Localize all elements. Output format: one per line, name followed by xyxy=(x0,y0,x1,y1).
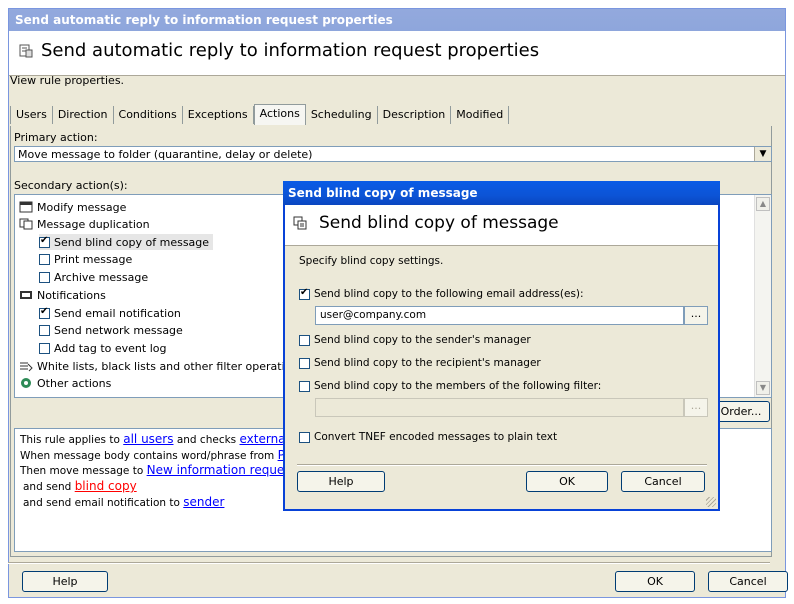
primary-action-label: Primary action: xyxy=(14,131,98,144)
dialog-description: Specify blind copy settings. xyxy=(299,255,444,267)
order-button[interactable]: Order... xyxy=(712,401,770,422)
tree-item-send-network-message[interactable]: Send network message xyxy=(39,322,183,338)
link-all-users[interactable]: all users xyxy=(123,432,173,446)
checkbox-filter-members[interactable] xyxy=(299,380,310,392)
rule-line-1: This rule applies to all users and check… xyxy=(20,432,300,446)
tree-scrollbar[interactable]: ▲ ▼ xyxy=(754,195,771,397)
rule-line-2: When message body contains word/phrase f… xyxy=(20,448,304,462)
filter-input[interactable] xyxy=(315,398,684,417)
browse-filter-button[interactable]: ... xyxy=(684,398,708,417)
window-header: Send automatic reply to information requ… xyxy=(9,31,785,76)
primary-action-select[interactable]: Move message to folder (quarantine, dela… xyxy=(14,146,772,162)
tree-item-add-tag-event-log[interactable]: Add tag to event log xyxy=(39,340,166,356)
blind-copy-icon xyxy=(293,216,307,230)
chevron-down-icon[interactable]: ▼ xyxy=(754,147,771,161)
tree-item-message-duplication[interactable]: Message duplication xyxy=(19,216,150,232)
tab-conditions[interactable]: Conditions xyxy=(114,106,183,124)
tab-actions[interactable]: Actions xyxy=(253,104,306,125)
duplicate-icon xyxy=(19,218,33,230)
dialog-header: Send blind copy of message xyxy=(285,205,718,246)
blind-copy-dialog: Send blind copy of message Send blind co… xyxy=(283,181,720,511)
tab-modified[interactable]: Modified xyxy=(451,106,510,124)
tree-item-white-lists[interactable]: White lists, black lists and other filte… xyxy=(19,358,304,374)
tree-item-modify-message[interactable]: Modify message xyxy=(19,199,126,215)
page-description: View rule properties. xyxy=(10,74,125,87)
dialog-cancel-button[interactable]: Cancel xyxy=(621,471,705,492)
scroll-down-icon[interactable]: ▼ xyxy=(756,381,770,395)
cancel-button[interactable]: Cancel xyxy=(708,571,788,592)
dialog-footer-separator xyxy=(297,464,707,466)
rule-properties-icon xyxy=(19,44,33,58)
filter-lists-icon xyxy=(20,362,33,372)
window-titlebar: Send automatic reply to information requ… xyxy=(9,9,785,31)
link-destination-folder[interactable]: New information requests xyxy=(147,463,302,477)
tab-scheduling[interactable]: Scheduling xyxy=(306,106,378,124)
dialog-ok-button[interactable]: OK xyxy=(526,471,608,492)
checkbox-network-message[interactable] xyxy=(39,324,50,336)
tab-description[interactable]: Description xyxy=(378,106,452,124)
tab-users[interactable]: Users xyxy=(10,106,53,124)
checkbox-print-message[interactable] xyxy=(39,253,50,265)
other-actions-gear-icon xyxy=(21,378,31,388)
rule-line-5: and send email notification to sender xyxy=(23,495,225,509)
browse-email-button[interactable]: ... xyxy=(684,306,708,325)
dialog-titlebar: Send blind copy of message xyxy=(283,181,720,205)
dialog-help-button[interactable]: Help xyxy=(297,471,385,492)
primary-action-value: Move message to folder (quarantine, dela… xyxy=(18,148,313,161)
option-convert-tnef[interactable]: Convert TNEF encoded messages to plain t… xyxy=(299,431,557,443)
tree-item-archive-message[interactable]: Archive message xyxy=(39,269,148,285)
checkbox-email-notification[interactable] xyxy=(39,306,50,319)
scroll-up-icon[interactable]: ▲ xyxy=(756,197,770,211)
checkbox-blind-copy[interactable] xyxy=(39,235,50,248)
ok-button[interactable]: OK xyxy=(615,571,695,592)
footer-separator xyxy=(8,562,770,564)
tab-strip: Users Direction Conditions Exceptions Ac… xyxy=(10,104,510,126)
secondary-actions-label: Secondary action(s): xyxy=(14,179,128,192)
checkbox-email-addresses[interactable] xyxy=(299,287,310,300)
tree-item-send-email-notification[interactable]: Send email notification xyxy=(39,305,181,321)
dialog-title: Send blind copy of message xyxy=(319,213,559,233)
checkbox-convert-tnef[interactable] xyxy=(299,431,310,443)
option-filter-members[interactable]: Send blind copy to the members of the fo… xyxy=(299,380,601,392)
tab-exceptions[interactable]: Exceptions xyxy=(183,106,254,124)
modify-message-icon xyxy=(19,201,33,213)
option-recipient-manager[interactable]: Send blind copy to the recipient's manag… xyxy=(299,357,541,369)
tab-direction[interactable]: Direction xyxy=(53,106,114,124)
checkbox-event-log[interactable] xyxy=(39,342,50,354)
tree-item-other-actions[interactable]: Other actions xyxy=(19,375,111,391)
option-sender-manager[interactable]: Send blind copy to the sender's manager xyxy=(299,334,531,346)
link-blind-copy[interactable]: blind copy xyxy=(75,479,137,493)
checkbox-recipient-manager[interactable] xyxy=(299,357,310,369)
email-address-input[interactable]: user@company.com xyxy=(315,306,684,325)
notifications-icon xyxy=(20,291,32,299)
help-button[interactable]: Help xyxy=(22,571,108,592)
checkbox-sender-manager[interactable] xyxy=(299,334,310,346)
rule-line-4: and send blind copy xyxy=(23,479,137,493)
resize-grip-icon[interactable] xyxy=(706,497,716,507)
tree-item-print-message[interactable]: Print message xyxy=(39,251,132,267)
page-title: Send automatic reply to information requ… xyxy=(41,40,540,61)
tree-item-send-blind-copy[interactable]: Send blind copy of message xyxy=(39,234,214,250)
tree-item-notifications[interactable]: Notifications xyxy=(19,287,106,303)
checkbox-archive-message[interactable] xyxy=(39,271,50,283)
rule-line-3: Then move message to New information req… xyxy=(20,463,302,477)
link-sender[interactable]: sender xyxy=(183,495,224,509)
option-email-addresses[interactable]: Send blind copy to the following email a… xyxy=(299,287,584,300)
